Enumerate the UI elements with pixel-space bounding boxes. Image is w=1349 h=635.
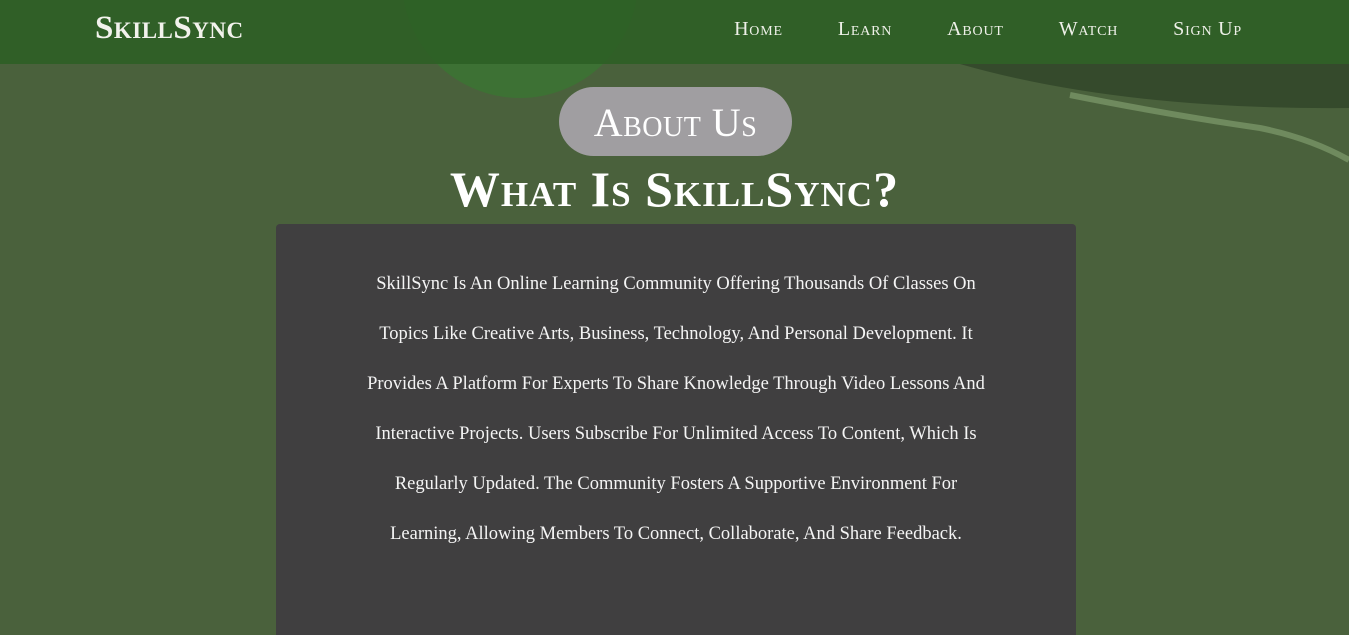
nav-link-learn[interactable]: Learn	[838, 18, 892, 41]
about-us-badge: About Us	[559, 87, 792, 156]
page-title: What Is SkillSync?	[449, 161, 900, 217]
nav-link-sign-up[interactable]: Sign Up	[1173, 18, 1242, 41]
nav-link-watch[interactable]: Watch	[1059, 18, 1118, 41]
nav-link-about[interactable]: About	[947, 18, 1004, 41]
navbar: SkillSync Home Learn About Watch Sign Up	[0, 0, 1349, 64]
nav-menu: Home Learn About Watch Sign Up	[679, 18, 1242, 41]
nav-link-home[interactable]: Home	[734, 18, 783, 41]
brand-logo[interactable]: SkillSync	[95, 10, 244, 47]
about-content-card: SkillSync Is An Online Learning Communit…	[276, 224, 1076, 635]
about-description: SkillSync Is An Online Learning Communit…	[367, 274, 985, 544]
